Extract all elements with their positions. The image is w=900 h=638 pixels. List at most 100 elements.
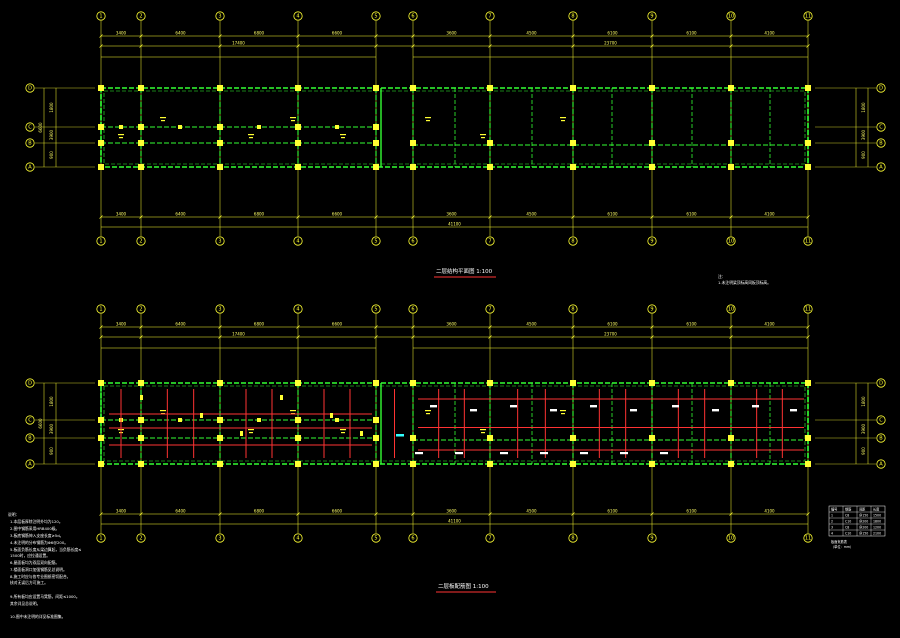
axis-bubble-bottom-9-label: 9 [650,535,653,541]
column [373,124,379,130]
axis-bubble-left-B-label: B [28,435,32,441]
column [98,164,104,170]
column [295,461,301,467]
column [138,140,144,146]
cad-drawing-canvas[interactable]: 112233445566778899101011113400 6400 6800 66… [0,0,900,638]
dim-label-top-1: 4100 [764,31,775,36]
legend-cell: 2 [831,520,833,524]
column [295,417,301,423]
rebar-tag [510,405,517,408]
axis-bubble-left-D-label: D [28,380,32,386]
beam-tag-mark [481,137,485,139]
beam-tag-mark [481,432,485,434]
side-dim-label-left: 3900 [49,129,54,140]
axis-bubble-bottom-5-label: 5 [374,535,377,541]
axis-bubble-top-10-label: 10 [728,306,734,312]
plan-1-title: 二层结构平面图 1:100 [436,267,493,275]
axis-bubble-top-1-label: 1 [99,13,102,19]
axis-bubble-bottom-5-label: 5 [374,238,377,244]
plan-2-title: 二层板配筋图 1:100 [438,582,489,590]
side-dim-label-left: 1800 [49,102,54,113]
column [805,164,811,170]
dim-label-bottom-1: 4100 [764,212,775,217]
axis-bubble-bottom-10-label: 10 [728,238,734,244]
dim-label-top-1: 6800 [254,31,265,36]
column [410,164,416,170]
column [728,461,734,467]
axis-bubble-top-7-label: 7 [488,13,491,19]
axis-bubble-top-6-label: 6 [411,306,414,312]
axis-bubble-top-1-label: 1 [99,306,102,312]
rebar-tag [415,452,423,455]
column [217,164,223,170]
column [805,140,811,146]
legend-header-3: 间距 [859,507,866,512]
column [570,85,576,91]
column [805,461,811,467]
rebar-tag [540,452,548,455]
axis-bubble-bottom-4-label: 4 [296,238,299,244]
axis-bubble-bottom-9-label: 9 [650,238,653,244]
axis-bubble-top-4-label: 4 [296,306,299,312]
dim-label-bottom-1: 6800 [254,212,265,217]
axis-bubble-bottom-3-label: 3 [218,535,221,541]
axis-bubble-left-C-label: C [28,124,32,130]
legend-cell: C8 [845,514,849,518]
axis-bubble-bottom-8-label: 8 [571,238,574,244]
column [217,140,223,146]
column [217,417,223,423]
column [98,461,104,467]
column [570,164,576,170]
column [570,461,576,467]
dim-label-top-1: 6100 [686,322,697,327]
axis-bubble-top-2-label: 2 [139,13,142,19]
column [373,85,379,91]
axis-bubble-left-D-label: D [28,85,32,91]
axis-bubble-top-4-label: 4 [296,13,299,19]
dim-label-top-2: 23700 [604,332,617,337]
column [649,164,655,170]
axis-bubble-right-A-label: A [879,164,883,170]
dim-label-bottom-1: 4500 [526,212,537,217]
side-dim-label-left: 900 [49,151,54,159]
column [373,435,379,441]
side-dim-total-left: 6600 [38,122,43,133]
legend-cell: 1500 [873,514,881,518]
canvas-background [0,0,900,638]
beam-tag-mark [249,137,253,139]
general-notes-head: 说明： [8,512,19,517]
rebar-tag [430,405,437,408]
legend-cell: C10 [845,520,851,524]
dim-label-bottom-1: 3400 [116,509,127,514]
column [570,380,576,386]
dim-label-top-1: 6100 [607,31,618,36]
axis-bubble-bottom-2-label: 2 [139,535,142,541]
column [295,140,301,146]
dim-label-bottom-2: 41100 [448,222,461,227]
column [410,461,416,467]
column [98,85,104,91]
legend-cell: @200 [859,526,868,530]
beam-tag-mark [290,117,296,119]
beam-tag-mark [118,134,124,136]
beam-tag-mark [160,410,166,412]
dim-label-bottom-1: 6100 [686,212,697,217]
column [649,435,655,441]
column [138,380,144,386]
beam-tag-mark [248,134,254,136]
general-notes-line-3: 3.板底钢筋伸入支座长度≥5d。 [10,533,63,538]
legend-cell: @150 [859,514,868,518]
axis-bubble-left-B-label: B [28,140,32,146]
side-dim-label-left: 1800 [49,396,54,407]
dim-label-bottom-1: 6100 [686,509,697,514]
column [138,461,144,467]
dim-label-top-1: 6800 [254,322,265,327]
axis-bubble-right-D-label: D [879,380,883,386]
beam-tag-mark [291,120,295,122]
rebar-tag [712,409,719,412]
dim-label-top-1: 3600 [446,31,457,36]
column [487,140,493,146]
side-dim-label-right: 1800 [861,102,866,113]
dim-label-top-1: 4500 [526,322,537,327]
dim-label-bottom-1: 6400 [175,509,186,514]
